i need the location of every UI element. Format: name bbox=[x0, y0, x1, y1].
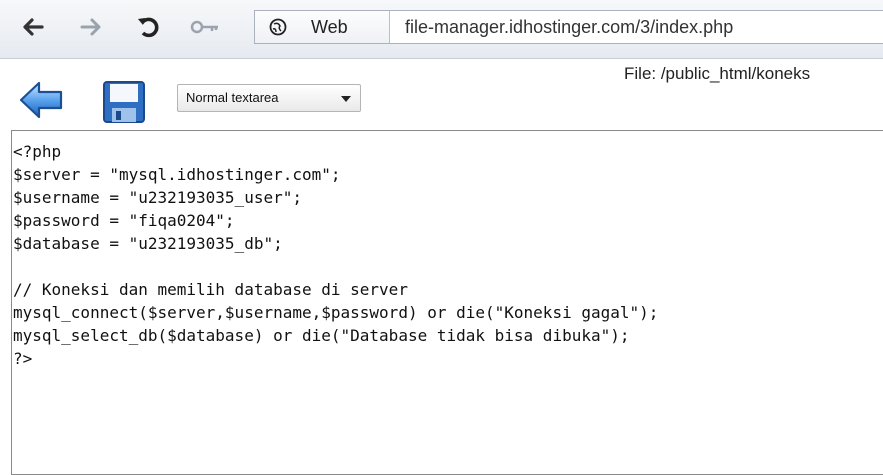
key-icon[interactable] bbox=[188, 14, 222, 40]
site-identity-button[interactable]: Web bbox=[255, 11, 390, 43]
file-path: File: /public_html/koneks bbox=[624, 64, 811, 83]
code-line: // Koneksi dan memilih database di serve… bbox=[13, 280, 408, 299]
address-bar[interactable]: Web file-manager.idhostinger.com/3/index… bbox=[254, 10, 883, 44]
code-content[interactable]: <?php $server = "mysql.idhostinger.com"; $… bbox=[13, 140, 658, 370]
code-line: mysql_connect($server,$username,$passwor… bbox=[13, 303, 659, 322]
globe-icon bbox=[269, 18, 287, 36]
code-line: $username = "u232193035_user"; bbox=[13, 188, 302, 207]
code-line: $password = "fiqa0204"; bbox=[13, 211, 235, 230]
code-line: ?> bbox=[13, 349, 33, 368]
code-line: $database = "u232193035_db"; bbox=[13, 234, 283, 253]
site-label: Web bbox=[311, 17, 348, 37]
editor-mode-select[interactable]: Normal textarea bbox=[177, 84, 361, 112]
editor-mode-value: Normal textarea bbox=[186, 90, 279, 105]
browser-toolbar: Web file-manager.idhostinger.com/3/index… bbox=[0, 0, 883, 59]
code-line: $server = "mysql.idhostinger.com"; bbox=[13, 165, 341, 184]
chevron-down-icon bbox=[341, 96, 351, 102]
back-arrow-icon[interactable] bbox=[20, 14, 46, 40]
code-line: <?php bbox=[13, 142, 62, 161]
floppy-save-icon[interactable] bbox=[102, 80, 146, 124]
forward-arrow-icon[interactable] bbox=[78, 14, 104, 40]
url-text[interactable]: file-manager.idhostinger.com/3/index.php bbox=[405, 17, 733, 38]
blue-back-arrow-icon[interactable] bbox=[18, 79, 64, 121]
code-line: mysql_select_db($database) or die("Datab… bbox=[13, 326, 630, 345]
reload-icon[interactable] bbox=[136, 14, 162, 40]
